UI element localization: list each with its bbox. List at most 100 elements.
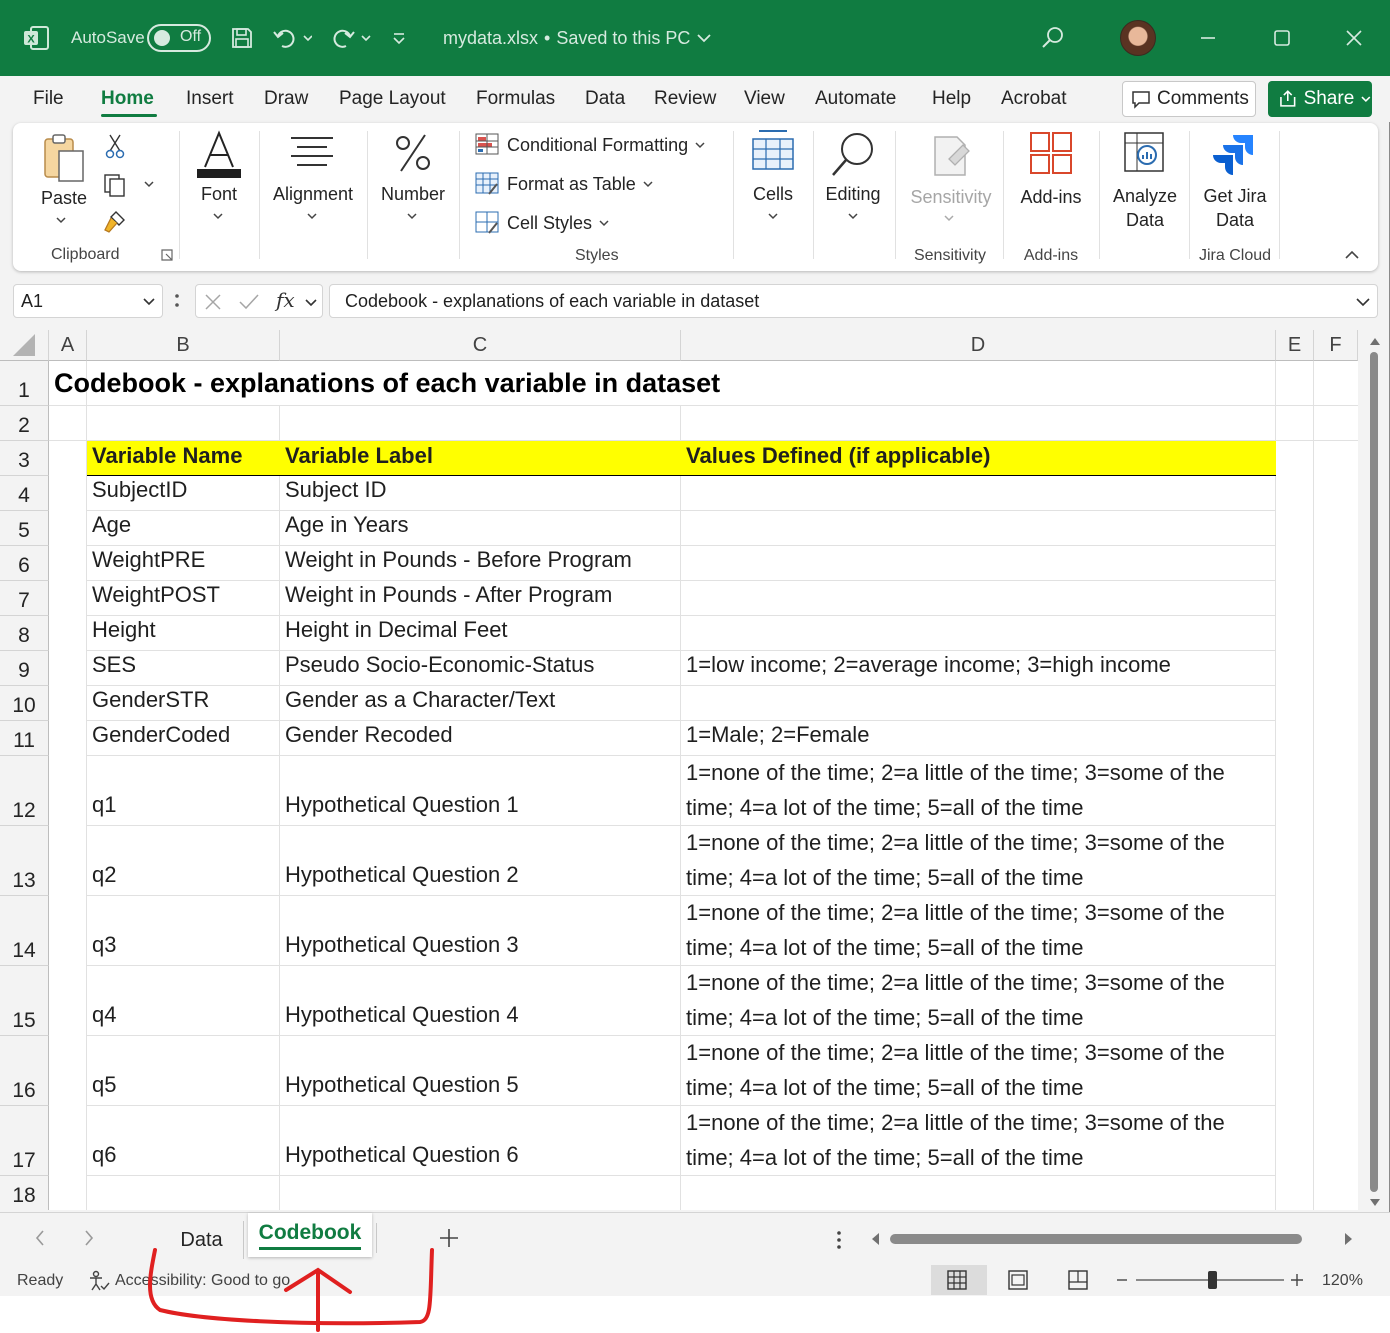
get-jira-data-button[interactable]: Get Jira Data [1195, 184, 1275, 232]
name-box[interactable]: A1 [13, 284, 163, 318]
cell-values-defined[interactable] [681, 511, 1276, 546]
row-header[interactable]: 9 [0, 651, 49, 686]
zoom-level[interactable]: 120% [1322, 1272, 1363, 1290]
sheet-tab-codebook[interactable]: Codebook [248, 1213, 372, 1257]
cell-variable-label[interactable]: Hypothetical Question 5 [280, 1036, 681, 1106]
header-variable-name[interactable]: Variable Name [87, 441, 280, 476]
more-tabs-icon[interactable] [836, 1230, 842, 1250]
horizontal-scroll-thumb[interactable] [890, 1234, 1302, 1244]
alignment-button[interactable]: Alignment [271, 182, 355, 206]
insert-function-button[interactable]: fx [276, 288, 295, 312]
tab-draw[interactable]: Draw [264, 88, 308, 110]
save-icon[interactable] [230, 0, 254, 76]
add-sheet-icon[interactable] [439, 1228, 459, 1248]
cell-variable-label[interactable]: Pseudo Socio-Economic-Status [280, 651, 681, 686]
document-title[interactable]: mydata.xlsx • Saved to this PC [443, 0, 712, 76]
user-avatar[interactable] [1120, 0, 1156, 76]
tab-automate[interactable]: Automate [815, 88, 896, 110]
column-header-b[interactable]: B [87, 330, 280, 361]
cell-values-defined[interactable] [681, 616, 1276, 651]
cancel-icon[interactable] [204, 293, 222, 311]
cell-values-defined[interactable]: 1=none of the time; 2=a little of the ti… [681, 896, 1276, 966]
header-variable-label[interactable]: Variable Label [280, 441, 681, 476]
expand-formula-bar-icon[interactable] [1355, 296, 1371, 308]
tab-acrobat[interactable]: Acrobat [1001, 88, 1066, 110]
select-all-corner[interactable] [0, 330, 49, 361]
sheet-tab-data[interactable]: Data [160, 1221, 244, 1259]
tab-review[interactable]: Review [654, 88, 716, 110]
maximize-icon[interactable] [1272, 0, 1292, 76]
vertical-scrollbar[interactable] [1358, 330, 1388, 1210]
dialog-launcher-icon[interactable] [161, 249, 173, 261]
cell-variable-label[interactable]: Hypothetical Question 4 [280, 966, 681, 1036]
cell-variable-name[interactable]: SES [87, 651, 280, 686]
page-break-view-icon[interactable] [1068, 1270, 1088, 1290]
tab-page-layout[interactable]: Page Layout [339, 88, 446, 110]
cell-styles-button[interactable]: Cell Styles [475, 211, 610, 235]
chevron-down-icon[interactable] [55, 215, 67, 225]
worksheet-grid[interactable]: A B C D E F 1 2 3 4 5 6 7 8 9 10 11 12 1… [0, 330, 1358, 1210]
cell-variable-label[interactable]: Weight in Pounds - After Program [280, 581, 681, 616]
cell-variable-label[interactable]: Hypothetical Question 6 [280, 1106, 681, 1176]
cell-values-defined[interactable] [681, 546, 1276, 581]
row-header[interactable]: 11 [0, 721, 49, 756]
row-header[interactable]: 7 [0, 581, 49, 616]
cell-variable-label[interactable]: Weight in Pounds - Before Program [280, 546, 681, 581]
cell-variable-label[interactable]: Hypothetical Question 2 [280, 826, 681, 896]
cell-variable-name[interactable]: Height [87, 616, 280, 651]
cell-values-defined[interactable]: 1=low income; 2=average income; 3=high i… [681, 651, 1276, 686]
cell-variable-name[interactable]: q4 [87, 966, 280, 1036]
title-cell[interactable]: Codebook - explanations of each variable… [49, 361, 720, 406]
column-header-d[interactable]: D [681, 330, 1276, 361]
cell-values-defined[interactable] [681, 686, 1276, 721]
row-header[interactable]: 17 [0, 1106, 49, 1176]
cell-values-defined[interactable] [681, 476, 1276, 511]
row-header[interactable]: 8 [0, 616, 49, 651]
format-painter-icon[interactable] [102, 209, 128, 235]
cell-variable-name[interactable]: GenderSTR [87, 686, 280, 721]
enter-check-icon[interactable] [238, 293, 260, 311]
row-header[interactable]: 2 [0, 406, 49, 441]
zoom-in-icon[interactable] [1290, 1272, 1304, 1288]
column-header-c[interactable]: C [280, 330, 681, 361]
sensitivity-button[interactable]: Sensitivity [903, 185, 999, 209]
number-button[interactable]: Number [377, 182, 449, 206]
previous-sheet-icon[interactable] [34, 1229, 46, 1247]
cell-variable-label[interactable]: Gender as a Character/Text [280, 686, 681, 721]
cell-values-defined[interactable]: 1=none of the time; 2=a little of the ti… [681, 826, 1276, 896]
row-header[interactable]: 1 [0, 361, 49, 406]
column-header-f[interactable]: F [1314, 330, 1358, 361]
page-layout-view-icon[interactable] [1008, 1270, 1028, 1290]
cell-variable-label[interactable]: Gender Recoded [280, 721, 681, 756]
cell-variable-name[interactable]: WeightPRE [87, 546, 280, 581]
chevron-down-icon[interactable] [306, 211, 318, 221]
cell-values-defined[interactable]: 1=none of the time; 2=a little of the ti… [681, 756, 1276, 826]
row-header[interactable]: 3 [0, 441, 49, 476]
tab-file[interactable]: File [33, 88, 64, 110]
paste-button[interactable]: Paste [41, 186, 87, 210]
cell-variable-name[interactable]: q6 [87, 1106, 280, 1176]
analyze-data-button[interactable]: Analyze Data [1107, 184, 1183, 232]
cell-variable-name[interactable]: Age [87, 511, 280, 546]
cell-variable-label[interactable]: Hypothetical Question 1 [280, 756, 681, 826]
tab-insert[interactable]: Insert [186, 88, 234, 110]
cell-values-defined[interactable]: 1=none of the time; 2=a little of the ti… [681, 966, 1276, 1036]
column-header-e[interactable]: E [1276, 330, 1314, 361]
accessibility-icon[interactable] [88, 1270, 110, 1292]
row-header[interactable]: 6 [0, 546, 49, 581]
cell-variable-label[interactable]: Subject ID [280, 476, 681, 511]
horizontal-scrollbar[interactable] [866, 1229, 1358, 1249]
zoom-out-icon[interactable] [1116, 1272, 1128, 1288]
cell-variable-name[interactable]: WeightPOST [87, 581, 280, 616]
header-values-defined[interactable]: Values Defined (if applicable) [681, 441, 1276, 476]
undo-icon[interactable] [272, 0, 312, 76]
cell-variable-label[interactable]: Age in Years [280, 511, 681, 546]
zoom-slider-thumb[interactable] [1208, 1271, 1217, 1289]
cells-button[interactable]: Cells [743, 182, 803, 206]
cell-variable-name[interactable]: q3 [87, 896, 280, 966]
cell-variable-name[interactable]: q1 [87, 756, 280, 826]
customize-qat-icon[interactable] [391, 0, 407, 76]
row-header[interactable]: 15 [0, 966, 49, 1036]
chevron-down-icon[interactable] [767, 211, 779, 221]
cell-values-defined[interactable]: 1=none of the time; 2=a little of the ti… [681, 1106, 1276, 1176]
